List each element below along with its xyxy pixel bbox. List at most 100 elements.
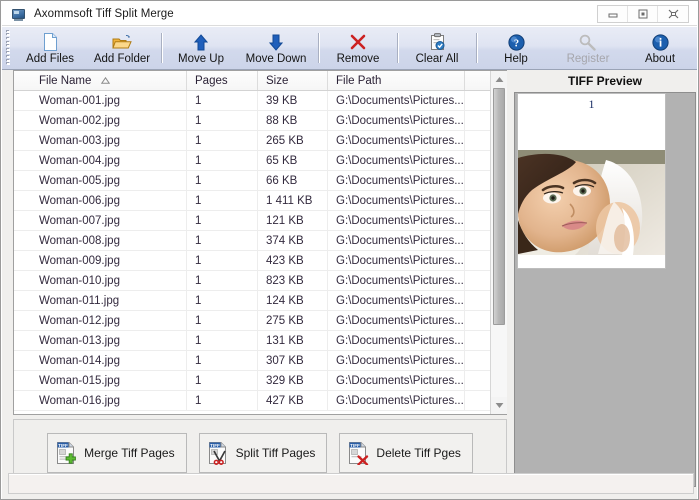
toolbar-separator [161, 33, 162, 63]
table-row[interactable]: Woman-005.jpg166 KBG:\Documents\Pictures… [14, 171, 492, 191]
table-cell-blank [465, 271, 492, 290]
toolbar-button-help[interactable]: ? Help [480, 27, 552, 69]
table-row[interactable]: Woman-012.jpg1275 KBG:\Documents\Picture… [14, 311, 492, 331]
table-row[interactable]: Woman-007.jpg1121 KBG:\Documents\Picture… [14, 211, 492, 231]
toolbar-button-clear-all[interactable]: Clear All [401, 27, 473, 69]
toolbar-button-add-files[interactable]: Add Files [14, 27, 86, 69]
table-row[interactable]: Woman-014.jpg1307 KBG:\Documents\Picture… [14, 351, 492, 371]
column-header-blank[interactable] [465, 71, 492, 90]
toolbar-label: Move Down [246, 53, 307, 65]
split-tiff-pages-button[interactable]: TIFF Split Tiff Pages [199, 433, 328, 473]
table-cell-pages: 1 [187, 251, 258, 270]
file-list-scrollbar[interactable] [490, 71, 506, 414]
main-content: File Name Pages Size File Path Woman-001… [2, 70, 697, 499]
table-cell-name: Woman-006.jpg [14, 191, 187, 210]
table-cell-path: G:\Documents\Pictures... [328, 271, 465, 290]
column-header-file-path[interactable]: File Path [328, 71, 465, 90]
sort-ascending-icon [101, 75, 110, 87]
toolbar-button-move-down[interactable]: Move Down [237, 27, 315, 69]
column-header-pages[interactable]: Pages [187, 71, 258, 90]
table-cell-size: 423 KB [258, 251, 328, 270]
toolbar-button-add-folder[interactable]: Add Folder [86, 27, 158, 69]
table-cell-pages: 1 [187, 331, 258, 350]
toolbar-separator [318, 33, 319, 63]
toolbar-label: About [645, 53, 675, 65]
table-cell-path: G:\Documents\Pictures... [328, 311, 465, 330]
table-row[interactable]: Woman-013.jpg1131 KBG:\Documents\Picture… [14, 331, 492, 351]
table-row[interactable]: Woman-002.jpg188 KBG:\Documents\Pictures… [14, 111, 492, 131]
preview-page-card[interactable]: 1 [517, 93, 666, 269]
table-cell-blank [465, 371, 492, 390]
toolbar-separator [476, 33, 477, 63]
table-cell-pages: 1 [187, 111, 258, 130]
table-row[interactable]: Woman-004.jpg165 KBG:\Documents\Pictures… [14, 151, 492, 171]
table-cell-name: Woman-012.jpg [14, 311, 187, 330]
table-cell-pages: 1 [187, 211, 258, 230]
table-cell-pages: 1 [187, 171, 258, 190]
table-cell-pages: 1 [187, 151, 258, 170]
file-list-rows[interactable]: Woman-001.jpg139 KBG:\Documents\Pictures… [14, 91, 492, 414]
action-button-label: Delete Tiff Pges [376, 446, 461, 460]
table-cell-name: Woman-016.jpg [14, 391, 187, 410]
table-cell-pages: 1 [187, 291, 258, 310]
table-row[interactable]: Woman-016.jpg1427 KBG:\Documents\Picture… [14, 391, 492, 411]
page-icon [43, 33, 58, 51]
minimize-icon[interactable] [598, 6, 628, 22]
table-cell-blank [465, 311, 492, 330]
toolbar-button-remove[interactable]: Remove [322, 27, 394, 69]
svg-text:?: ? [513, 38, 518, 49]
table-cell-size: 39 KB [258, 91, 328, 110]
folder-open-icon [112, 33, 132, 51]
toolbar-label: Remove [337, 53, 380, 65]
table-row[interactable]: Woman-006.jpg11 411 KBG:\Documents\Pictu… [14, 191, 492, 211]
table-cell-size: 275 KB [258, 311, 328, 330]
scroll-down-arrow-icon[interactable] [491, 397, 507, 414]
main-toolbar: Add Files Add Folder Move Up [2, 26, 697, 70]
table-row[interactable]: Woman-009.jpg1423 KBG:\Documents\Picture… [14, 251, 492, 271]
key-icon [579, 33, 597, 51]
application-window: Axommsoft Tiff Split Merge [0, 0, 699, 500]
toolbar-button-move-up[interactable]: Move Up [165, 27, 237, 69]
table-cell-pages: 1 [187, 91, 258, 110]
preview-title: TIFF Preview [514, 70, 696, 92]
toolbar-button-about[interactable]: About [624, 27, 696, 69]
file-list-header: File Name Pages Size File Path [14, 71, 506, 91]
table-row[interactable]: Woman-003.jpg1265 KBG:\Documents\Picture… [14, 131, 492, 151]
scroll-up-arrow-icon[interactable] [491, 71, 507, 88]
close-icon[interactable] [658, 6, 688, 22]
table-cell-path: G:\Documents\Pictures... [328, 231, 465, 250]
column-header-size[interactable]: Size [258, 71, 328, 90]
table-cell-pages: 1 [187, 311, 258, 330]
table-cell-name: Woman-009.jpg [14, 251, 187, 270]
table-cell-path: G:\Documents\Pictures... [328, 291, 465, 310]
toolbar-label: Add Folder [94, 53, 150, 65]
scrollbar-track[interactable] [491, 88, 507, 397]
table-row[interactable]: Woman-001.jpg139 KBG:\Documents\Pictures… [14, 91, 492, 111]
table-cell-size: 124 KB [258, 291, 328, 310]
table-row[interactable]: Woman-008.jpg1374 KBG:\Documents\Picture… [14, 231, 492, 251]
merge-tiff-pages-button[interactable]: TIFF Merge Tiff Pages [47, 433, 187, 473]
table-row[interactable]: Woman-010.jpg1823 KBG:\Documents\Picture… [14, 271, 492, 291]
svg-text:TIFF: TIFF [351, 443, 361, 448]
column-header-file-name[interactable]: File Name [14, 71, 187, 90]
delete-tiff-pages-button[interactable]: TIFF Delete Tiff Pges [339, 433, 473, 473]
table-cell-pages: 1 [187, 231, 258, 250]
table-cell-blank [465, 131, 492, 150]
table-cell-blank [465, 211, 492, 230]
maximize-icon[interactable] [628, 6, 658, 22]
toolbar-button-register[interactable]: Register [552, 27, 624, 69]
preview-thumbnail-area[interactable]: 1 [514, 92, 696, 487]
table-cell-name: Woman-002.jpg [14, 111, 187, 130]
table-cell-pages: 1 [187, 191, 258, 210]
toolbar-grip[interactable] [4, 29, 13, 67]
scrollbar-thumb[interactable] [493, 88, 505, 325]
table-cell-blank [465, 91, 492, 110]
table-cell-path: G:\Documents\Pictures... [328, 371, 465, 390]
arrow-up-icon [194, 33, 208, 51]
table-cell-name: Woman-007.jpg [14, 211, 187, 230]
question-icon: ? [508, 33, 525, 51]
table-row[interactable]: Woman-015.jpg1329 KBG:\Documents\Picture… [14, 371, 492, 391]
table-cell-pages: 1 [187, 371, 258, 390]
title-bar: Axommsoft Tiff Split Merge [2, 2, 697, 26]
table-row[interactable]: Woman-011.jpg1124 KBG:\Documents\Picture… [14, 291, 492, 311]
